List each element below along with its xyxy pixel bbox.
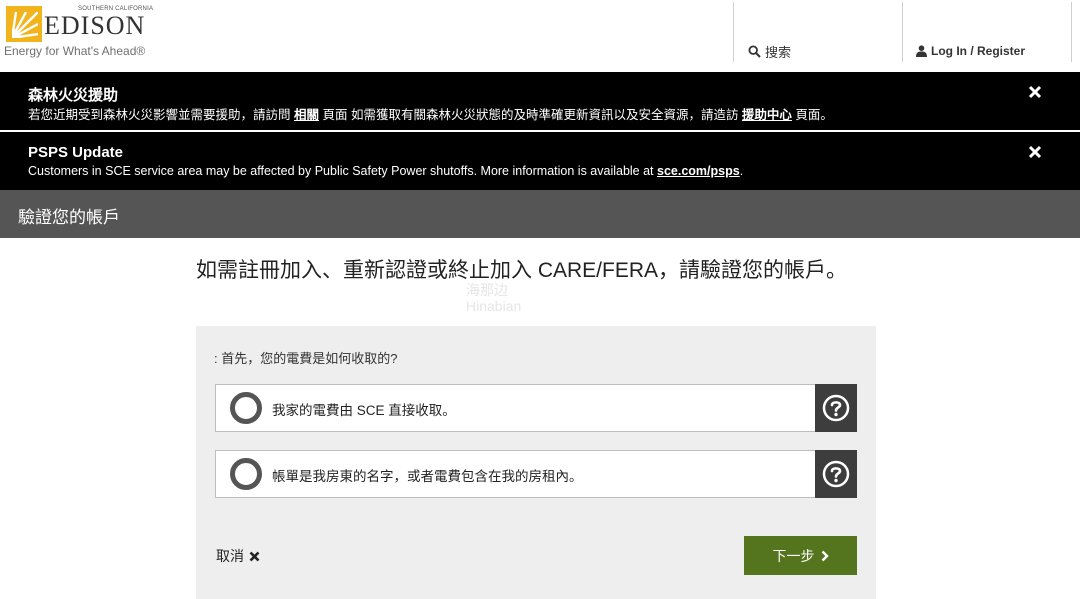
help-button[interactable]: [815, 384, 857, 432]
radio-button[interactable]: [230, 392, 262, 424]
user-icon: [916, 45, 927, 57]
search-label: 搜索: [765, 45, 792, 60]
help-center-link[interactable]: 援助中心: [742, 108, 792, 122]
next-label: 下一步: [772, 547, 815, 564]
question-circle-icon: [822, 394, 850, 422]
verification-panel: : 首先，您的電費是如何收取的? 我家的電費由 SCE 直接收取。 帳單是我房東…: [196, 326, 876, 599]
watermark-line: Hinabian: [466, 298, 522, 314]
next-step-button[interactable]: 下一步: [744, 536, 857, 575]
related-page-link[interactable]: 相關: [294, 108, 319, 122]
option-label: 帳單是我房東的名字，或者電費包含在我的房租內。: [272, 469, 583, 484]
watermark: 海那边 Hinabian: [466, 282, 521, 314]
x-icon: [249, 551, 260, 561]
cancel-button[interactable]: 取消: [216, 546, 260, 566]
edison-logo[interactable]: SOUTHERN CALIFORNIA EDISON Energy for Wh…: [4, 4, 153, 60]
watermark-line: 海那边: [466, 282, 508, 298]
alert-title: 森林火災援助: [28, 87, 119, 104]
alert-title: PSPS Update: [28, 144, 124, 161]
option-landlord-billing[interactable]: 帳單是我房東的名字，或者電費包含在我的房租內。: [215, 450, 857, 498]
site-header: SOUTHERN CALIFORNIA EDISON Energy for Wh…: [0, 0, 1080, 72]
psps-link[interactable]: sce.com/psps: [657, 164, 740, 178]
search-button[interactable]: 搜索: [748, 42, 791, 61]
chevron-right-icon: [821, 550, 829, 561]
login-label: Log In / Register: [931, 44, 1026, 58]
alert-text: 頁面。: [791, 108, 833, 122]
billing-question: : 首先，您的電費是如何收取的?: [214, 351, 398, 366]
help-button[interactable]: [815, 450, 857, 498]
close-icon[interactable]: [1028, 85, 1042, 99]
header-divider: [733, 2, 734, 62]
search-icon: [748, 45, 761, 58]
close-icon[interactable]: [1028, 145, 1042, 159]
option-billed-directly[interactable]: 我家的電費由 SCE 直接收取。: [215, 384, 857, 432]
psps-alert-banner: PSPS Update Customers in SCE service are…: [0, 132, 1080, 190]
header-divider: [902, 2, 903, 62]
alert-body: 若您近期受到森林火災影響並需要援助，請訪問 相關 頁面 如需獲取有關森林火災狀態…: [28, 104, 833, 123]
sun-logo-icon: [6, 6, 42, 42]
option-label: 我家的電費由 SCE 直接收取。: [272, 403, 456, 418]
cancel-label: 取消: [216, 548, 244, 564]
question-circle-icon: [822, 460, 850, 488]
page-title-bar: 驗證您的帳戶: [0, 190, 1080, 238]
wildfire-alert-banner: 森林火災援助 若您近期受到森林火災影響並需要援助，請訪問 相關 頁面 如需獲取有…: [0, 72, 1080, 130]
login-register-link[interactable]: Log In / Register: [916, 44, 1025, 58]
header-divider: [1071, 2, 1072, 62]
main-heading: 如需註冊加入、重新認證或終止加入 CARE/FERA，請驗證您的帳戶。: [196, 259, 848, 282]
radio-button[interactable]: [230, 458, 262, 490]
alert-text: Customers in SCE service area may be aff…: [28, 164, 657, 178]
alert-text: .: [739, 164, 744, 178]
logo-wordmark: EDISON: [44, 11, 146, 40]
alert-text: 若您近期受到森林火災影響並需要援助，請訪問: [28, 108, 294, 122]
page-title: 驗證您的帳戶: [18, 208, 120, 227]
alert-body: Customers in SCE service area may be aff…: [28, 164, 743, 178]
alert-text: 頁面 如需獲取有關森林火災狀態的及時準確更新資訊以及安全資源，請造訪: [319, 108, 742, 122]
logo-tagline: Energy for What's Ahead®: [4, 44, 146, 58]
